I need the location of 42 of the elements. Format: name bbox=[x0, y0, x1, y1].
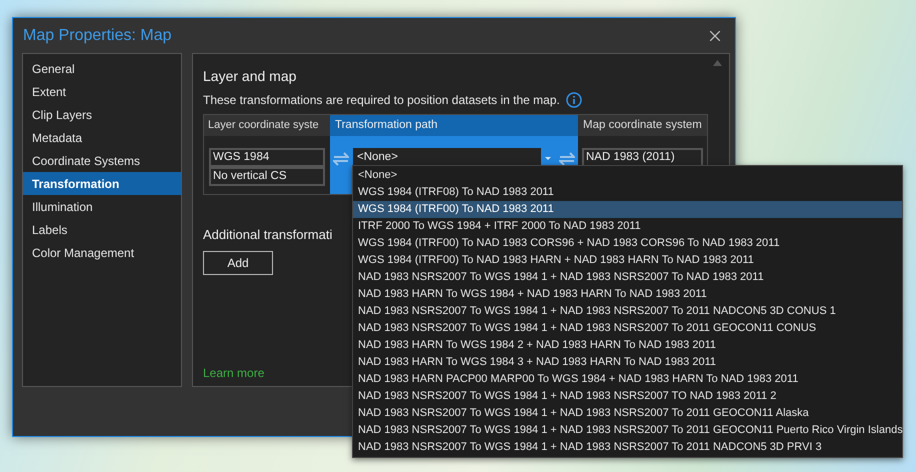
add-button[interactable]: Add bbox=[203, 250, 273, 274]
sidebar-item[interactable]: General bbox=[23, 57, 181, 80]
dropdown-option[interactable]: WGS 1984 (ITRF08) To NAD 1983 2011 bbox=[353, 184, 902, 201]
dropdown-option[interactable]: WGS 1984 (ITRF00) To NAD 1983 2011 bbox=[353, 201, 902, 218]
dropdown-option[interactable]: NAD 1983 NSRS2007 To WGS 1984 1 + NAD 1983 NSRS2007 To 2011 GEOCON11 Puerto Rico Virgin Islands bbox=[353, 422, 902, 439]
dropdown-option[interactable]: NAD 1983 HARN To WGS 1984 + NAD 1983 HARN To NAD 1983 2011 bbox=[353, 286, 902, 303]
coordinate-system-field: No vertical CS bbox=[209, 167, 325, 186]
additional-heading: Additional transformati bbox=[203, 226, 332, 244]
dropdown-option[interactable]: WGS 1984 (ITRF00) To NAD 1983 CORS96 + NAD 1983 CORS96 To NAD 1983 2011 bbox=[353, 235, 902, 252]
dropdown-option[interactable]: WGS 1984 (ITRF00) To NAD 1983 HARN + NAD 1983 HARN To NAD 1983 2011 bbox=[353, 252, 902, 269]
column-header: Map coordinate system bbox=[578, 115, 707, 136]
dropdown-option[interactable]: NAD 1983 NSRS2007 To WGS 1984 1 + NAD 1983 NSRS2007 To 2011 GEOCON11 Alaska bbox=[353, 405, 902, 422]
sidebar-item[interactable]: Transformation bbox=[23, 172, 181, 195]
dropdown-option[interactable]: NAD 1983 NSRS2007 To WGS 1984 1 + NAD 1983 NSRS2007 To NAD 1983 2011 bbox=[353, 269, 902, 286]
dropdown-option[interactable]: NAD 1983 HARN To WGS 1984 3 + NAD 1983 HARN To NAD 1983 2011 bbox=[353, 354, 902, 371]
sidebar-item[interactable]: Extent bbox=[23, 80, 181, 103]
sidebar-item[interactable]: Illumination bbox=[23, 195, 181, 218]
sidebar-item[interactable]: Color Management bbox=[23, 241, 181, 264]
section-description: These transformations are required to position datasets in the map. bbox=[203, 92, 560, 109]
dropdown-option[interactable]: <None> bbox=[353, 167, 902, 184]
close-icon bbox=[710, 30, 720, 40]
dropdown-option[interactable]: NAD 1983 HARN To WGS 1984 2 + NAD 1983 HARN To NAD 1983 2011 bbox=[353, 337, 902, 354]
scroll-up-icon bbox=[713, 60, 722, 66]
sidebar-item[interactable]: Labels bbox=[23, 218, 181, 241]
sidebar-item[interactable]: Coordinate Systems bbox=[23, 149, 181, 172]
dropdown-option[interactable]: NAD 1983 NSRS2007 To WGS 1984 1 + NAD 1983 NSRS2007 To 2011 NADCON5 3D CONUS 1 bbox=[353, 303, 902, 320]
dropdown-option[interactable]: ITRF 2000 To WGS 1984 + ITRF 2000 To NAD 1983 2011 bbox=[353, 218, 902, 235]
sidebar-item[interactable]: Metadata bbox=[23, 126, 181, 149]
section-heading: Layer and map bbox=[203, 67, 298, 86]
info-icon[interactable] bbox=[566, 92, 582, 108]
swap-arrows-icon bbox=[559, 152, 575, 166]
dropdown-option[interactable]: NAD 1983 NSRS2007 To WGS 1984 1 + NAD 1983 NSRS2007 TO NAD 1983 2011 2 bbox=[353, 388, 902, 405]
dropdown-option[interactable]: NAD 1983 NSRS2007 To WGS 1984 1 + NAD 1983 NSRS2007 To 2011 GEOCON11 CONUS bbox=[353, 320, 902, 337]
column-header[interactable]: Transformation path bbox=[330, 115, 578, 136]
dropdown-option[interactable]: NAD 1983 NSRS2007 To WGS 1984 1 + NAD 1983 NSRS2007 To 2011 NADCON5 3D PRVI 3 bbox=[353, 439, 902, 456]
column-header: Layer coordinate syste bbox=[204, 115, 330, 136]
combobox-value: <None> bbox=[357, 150, 398, 166]
window-title: Map Properties: Map bbox=[23, 26, 172, 46]
sidebar-item[interactable]: Clip Layers bbox=[23, 103, 181, 126]
swap-arrows-icon bbox=[333, 152, 349, 166]
dropdown-option[interactable]: NAD 1983 HARN PACP00 MARP00 To WGS 1984 + NAD 1983 HARN To NAD 1983 2011 bbox=[353, 371, 902, 388]
coordinate-system-field: WGS 1984 bbox=[209, 148, 325, 167]
